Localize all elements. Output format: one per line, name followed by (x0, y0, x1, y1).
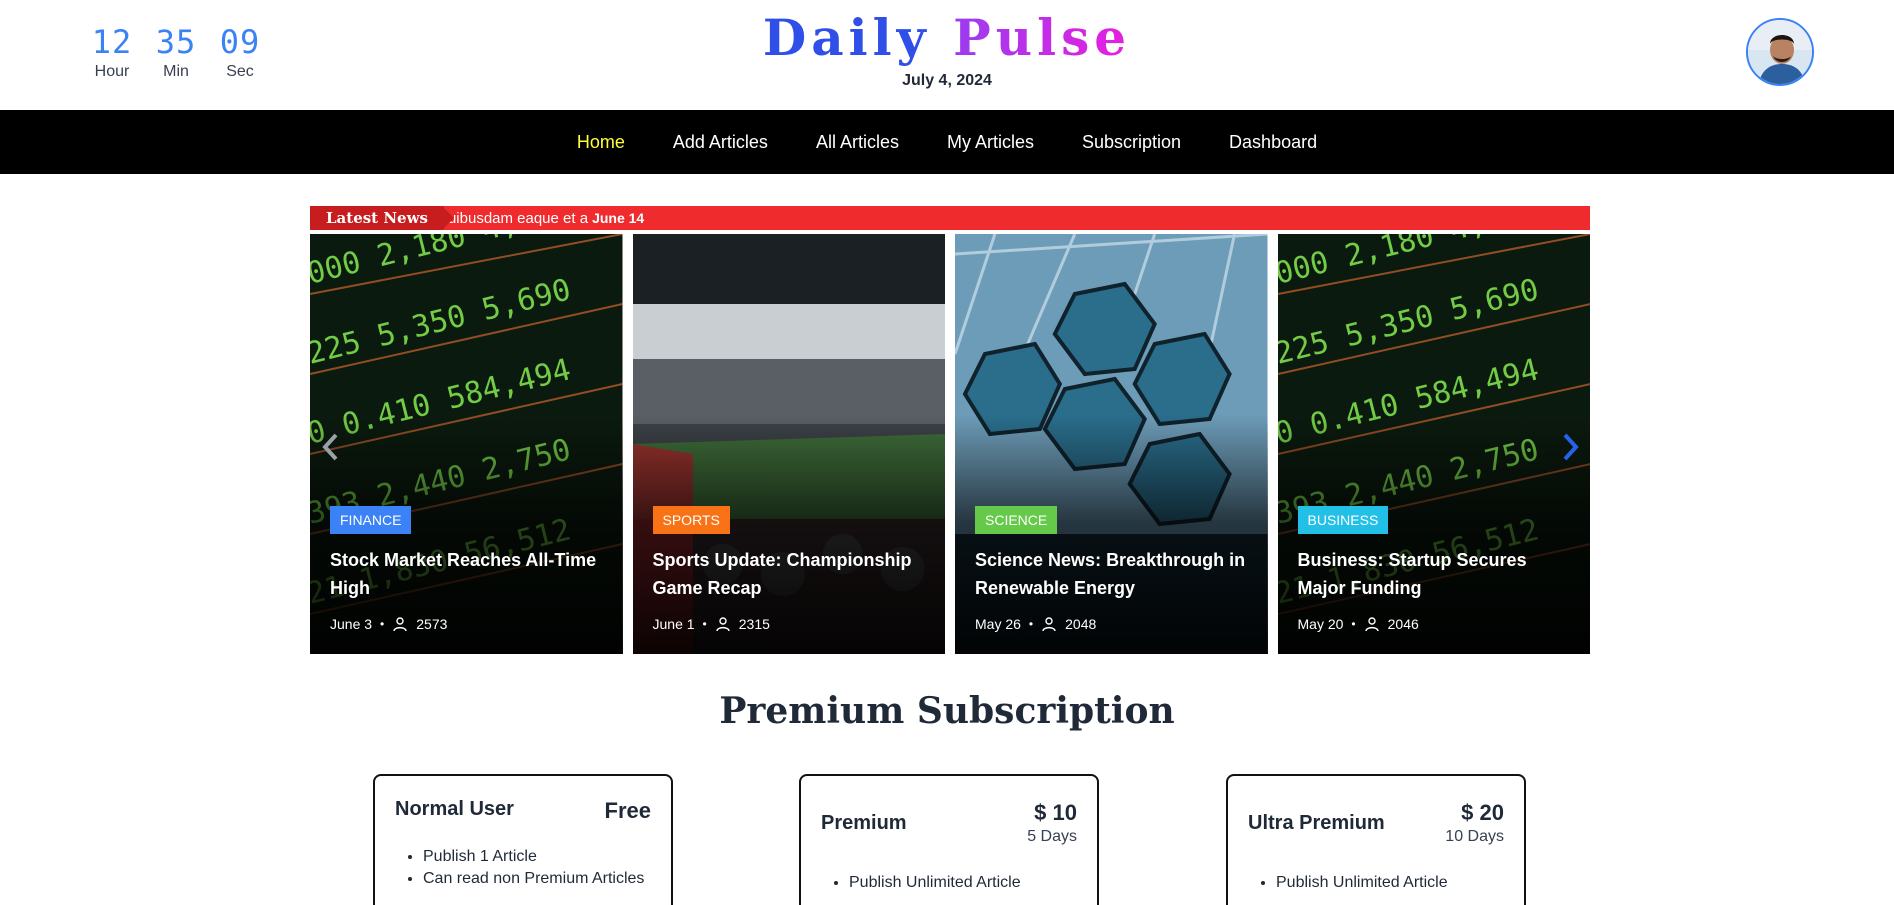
article-date: May 26 (975, 616, 1021, 632)
article-title[interactable]: Stock Market Reaches All-Time High (330, 546, 610, 602)
user-icon (716, 617, 730, 632)
meta-separator: • (380, 617, 385, 631)
plan-price: Free (604, 798, 651, 823)
nav-add-articles[interactable]: Add Articles (673, 132, 768, 153)
plan-feature: Publish Unlimited Article (849, 872, 1077, 894)
slider-next-button[interactable] (1555, 432, 1585, 462)
article-meta: May 26 • 2048 (975, 616, 1096, 632)
user-icon (1364, 617, 1379, 632)
meta-separator: • (702, 617, 707, 631)
plan-name: Premium (821, 812, 907, 834)
plan-header: Ultra Premium $ 20 10 Days (1248, 800, 1504, 846)
user-icon (393, 617, 407, 632)
plan-pricing: $ 10 5 Days (1027, 800, 1077, 846)
plan-period: 5 Days (1027, 828, 1077, 845)
plan-header: Normal User Free (395, 798, 651, 824)
ticker-headline[interactable]: uibusdam eaque et a (448, 210, 588, 227)
article-meta: June 1 • 2315 (653, 616, 770, 632)
nav-subscription[interactable]: Subscription (1082, 132, 1181, 153)
article-card[interactable]: SCIENCE Science News: Breakthrough in Re… (955, 234, 1268, 654)
nav-all-articles[interactable]: All Articles (816, 132, 899, 153)
plan-feature: Can read non Premium Articles (423, 868, 651, 890)
user-icon (1042, 617, 1056, 632)
plan-period: 10 Days (1445, 828, 1504, 845)
chevron-right-icon (1563, 433, 1579, 461)
logo-word-2: Pulse (953, 8, 1132, 67)
plan-card-ultra-premium[interactable]: Ultra Premium $ 20 10 Days Publish Unlim… (1226, 774, 1526, 905)
slider-prev-button[interactable] (316, 432, 346, 462)
article-card[interactable]: 000 2,180 4,500 225 5,350 5,690 0 0.410 … (310, 234, 623, 654)
chevron-left-icon (322, 433, 338, 461)
ticker-label: Latest News (310, 206, 454, 230)
article-slider: 000 2,180 4,500 225 5,350 5,690 0 0.410 … (310, 234, 1590, 654)
meta-separator: • (1028, 617, 1034, 631)
category-tag[interactable]: SCIENCE (975, 506, 1058, 534)
article-title[interactable]: Sports Update: Championship Game Recap (653, 546, 933, 602)
category-tag[interactable]: SPORTS (652, 506, 730, 534)
category-tag[interactable]: BUSINESS (1297, 506, 1389, 534)
article-title[interactable]: Business: Startup Secures Major Funding (1298, 546, 1578, 602)
view-count: 2573 (416, 616, 448, 632)
plan-pricing: $ 20 10 Days (1445, 800, 1504, 846)
plan-feature: Publish 1 Article (423, 846, 651, 868)
nav-dashboard[interactable]: Dashboard (1229, 132, 1317, 153)
brand: Daily Pulse July 4, 2024 (0, 8, 1894, 90)
logo-word-1: Daily (762, 8, 931, 67)
latest-news-ticker: Latest News uibusdam eaque et a June 14 (310, 206, 1590, 230)
site-header: 12 Hour 35 Min 09 Sec Daily Pulse July 4… (0, 0, 1894, 110)
view-count: 2046 (1387, 616, 1419, 632)
plan-feature: Publish Unlimited Article (1276, 872, 1504, 894)
article-card[interactable]: SPORTS Sports Update: Championship Game … (632, 234, 945, 654)
plan-name: Normal User (395, 798, 514, 820)
plan-header: Premium $ 10 5 Days (821, 800, 1077, 846)
article-card[interactable]: 000 2,180 4,500 225 5,350 5,690 0 0.410 … (1277, 234, 1590, 654)
article-date: May 20 (1297, 616, 1344, 632)
article-meta: May 20 • 2046 (1298, 616, 1419, 632)
plan-features: Publish Unlimited Article (1248, 872, 1504, 894)
plan-features: Publish 1 Article Can read non Premium A… (395, 846, 651, 890)
article-date: June 1 (652, 616, 695, 632)
plan-price: $ 20 (1461, 800, 1504, 825)
nav-home[interactable]: Home (577, 132, 625, 153)
nav-my-articles[interactable]: My Articles (947, 132, 1034, 153)
category-tag[interactable]: FINANCE (330, 506, 412, 534)
view-count: 2048 (1065, 616, 1097, 632)
current-date: July 4, 2024 (902, 72, 992, 89)
ticker-date: June 14 (592, 210, 645, 226)
plan-features: Publish Unlimited Article (821, 872, 1077, 894)
article-date: June 3 (330, 616, 373, 632)
article-title[interactable]: Science News: Breakthrough in Renewable … (975, 546, 1255, 602)
subscription-heading: Premium Subscription (719, 690, 1175, 732)
plan-pricing: Free (605, 798, 651, 824)
plan-card-normal[interactable]: Normal User Free Publish 1 Article Can r… (373, 774, 673, 905)
user-avatar[interactable] (1746, 18, 1814, 86)
plan-card-premium[interactable]: Premium $ 10 5 Days Publish Unlimited Ar… (799, 774, 1099, 905)
plan-name: Ultra Premium (1248, 812, 1385, 834)
article-meta: June 3 • 2573 (330, 616, 447, 632)
main-nav: Home Add Articles All Articles My Articl… (0, 110, 1894, 174)
view-count: 2315 (738, 616, 770, 632)
plan-price: $ 10 (1034, 800, 1077, 825)
site-logo[interactable]: Daily Pulse (0, 8, 1894, 68)
meta-separator: • (1351, 617, 1356, 631)
